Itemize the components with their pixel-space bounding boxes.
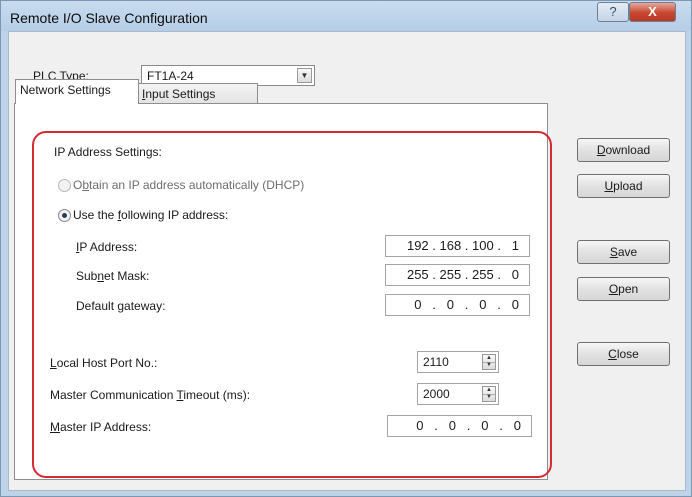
chevron-down-icon[interactable]: ▼ (297, 68, 312, 83)
tab-network-settings[interactable]: Network Settings (15, 79, 139, 104)
spin-down-icon[interactable]: ▼ (483, 394, 495, 401)
save-button[interactable]: Save (577, 240, 670, 264)
default-gateway-label: Default gateway: (76, 299, 166, 313)
static-ip-radio[interactable] (58, 209, 71, 222)
ip-address-settings-heading: IP Address Settings: (54, 145, 162, 159)
master-timeout-value: 2000 (423, 387, 450, 401)
open-button[interactable]: Open (577, 277, 670, 301)
default-gateway-field[interactable]: 0 . 0 . 0 . 0 (385, 294, 530, 316)
dhcp-radio-label: Obtain an IP address automatically (DHCP… (73, 178, 305, 192)
master-timeout-stepper[interactable]: 2000 ▲ ▼ (417, 383, 499, 405)
tab-input-settings[interactable]: Input Settings (137, 83, 258, 105)
spin-down-icon[interactable]: ▼ (483, 362, 495, 369)
master-ip-address-field[interactable]: 0 . 0 . 0 . 0 (387, 415, 532, 437)
upload-button[interactable]: Upload (577, 174, 670, 198)
window-close-button[interactable]: X (629, 2, 676, 22)
local-host-port-stepper[interactable]: 2110 ▲ ▼ (417, 351, 499, 373)
help-icon: ? (609, 4, 617, 19)
window-title: Remote I/O Slave Configuration (10, 10, 208, 26)
master-ip-address-label: Master IP Address: (50, 420, 152, 434)
title-bar[interactable]: Remote I/O Slave Configuration ? X (1, 1, 691, 31)
master-timeout-label: Master Communication Timeout (ms): (50, 388, 251, 402)
ip-address-label: IP Address: (76, 240, 138, 254)
close-button[interactable]: Close (577, 342, 670, 366)
local-host-port-value: 2110 (423, 355, 449, 369)
download-button[interactable]: Download (577, 138, 670, 162)
help-button[interactable]: ? (597, 2, 629, 22)
subnet-mask-field[interactable]: 255 . 255 . 255 . 0 (385, 264, 530, 286)
plc-type-value: FT1A-24 (147, 69, 194, 83)
local-host-port-label: Local Host Port No.: (50, 356, 158, 370)
dhcp-radio[interactable] (58, 179, 71, 192)
ip-address-field[interactable]: 192 . 168 . 100 . 1 (385, 235, 530, 257)
spin-buttons[interactable]: ▲ ▼ (482, 386, 496, 402)
dialog-window: Remote I/O Slave Configuration ? X PLC T… (0, 0, 692, 497)
subnet-mask-label: Subnet Mask: (76, 269, 150, 283)
spin-buttons[interactable]: ▲ ▼ (482, 354, 496, 370)
static-ip-radio-label: Use the following IP address: (73, 208, 229, 222)
close-icon: X (648, 4, 657, 19)
